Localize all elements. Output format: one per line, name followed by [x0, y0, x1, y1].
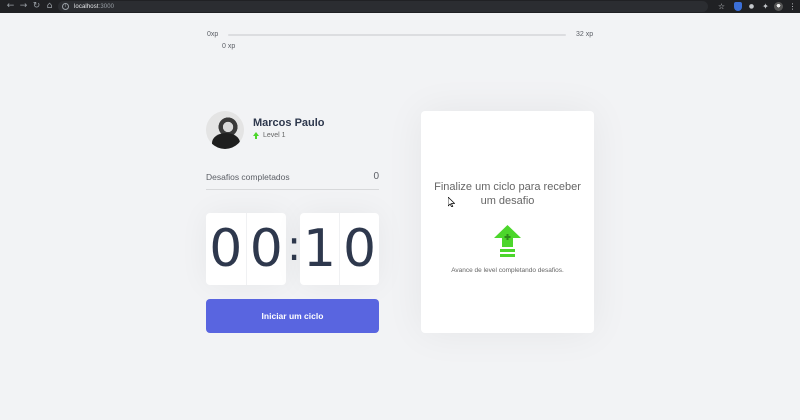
minute-digit-right: 0 [249, 219, 283, 279]
forward-icon[interactable]: → [17, 0, 30, 13]
challenge-card: Finalize um ciclo para receber um desafi… [421, 111, 594, 333]
level-up-icon [494, 225, 521, 257]
reload-icon[interactable]: ↻ [30, 0, 43, 13]
experience-bar [228, 34, 566, 36]
browser-toolbar: ← → ↻ ⌂ i localhost:3000 ☆ ● ✦ ⋮ [0, 0, 800, 13]
extension-shield-icon[interactable] [732, 1, 743, 12]
completed-challenges-count: 0 [373, 171, 379, 182]
profile-name: Marcos Paulo [253, 117, 325, 129]
home-icon[interactable]: ⌂ [43, 0, 56, 13]
completed-challenges: Desafios completados 0 [206, 170, 379, 190]
profile-level: Level 1 [253, 132, 286, 139]
info-icon[interactable]: i [62, 3, 69, 10]
menu-icon[interactable]: ⋮ [787, 1, 798, 12]
back-icon[interactable]: ← [4, 0, 17, 13]
second-digit-right: 0 [342, 219, 377, 279]
profile-icon[interactable] [773, 1, 784, 12]
level-label: Level 1 [263, 132, 286, 139]
avatar [206, 111, 244, 149]
countdown-separator: : [287, 221, 302, 270]
xp-min-label: 0xp [207, 31, 219, 38]
countdown-seconds: 1 0 [300, 213, 379, 285]
address-bar[interactable]: i localhost:3000 [58, 1, 708, 12]
extension-badge-icon[interactable]: ● [746, 1, 757, 12]
url-text: localhost:3000 [74, 3, 115, 10]
puzzle-icon[interactable]: ✦ [760, 1, 771, 12]
completed-challenges-label: Desafios completados [206, 172, 290, 182]
xp-current-label: 0 xp [222, 43, 236, 50]
mouse-cursor-icon [448, 197, 455, 207]
countdown-minutes: 0 0 [206, 213, 286, 285]
level-up-icon [253, 132, 259, 139]
challenge-card-text: Avance de level completando desafios. [451, 267, 564, 274]
xp-max-label: 32 xp [576, 31, 594, 38]
star-icon[interactable]: ☆ [716, 1, 727, 12]
second-digit-left: 1 [300, 213, 340, 285]
minute-digit-left: 0 [206, 213, 247, 285]
start-cycle-button[interactable]: Iniciar um ciclo [206, 299, 379, 333]
